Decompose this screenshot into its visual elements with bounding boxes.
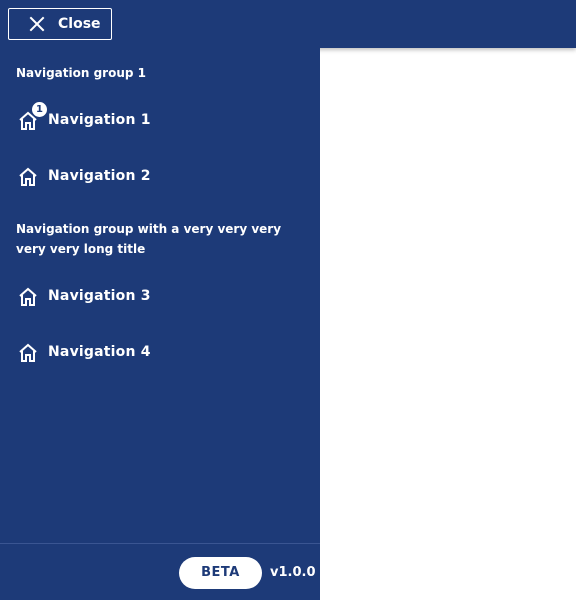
drawer-footer: BETA v1.0.0 [0, 543, 320, 600]
navigation-drawer: Navigation group 1 1 Navigation 1 Naviga… [0, 48, 320, 600]
close-button[interactable]: Close [8, 8, 112, 40]
home-icon [19, 343, 37, 362]
home-icon [19, 167, 37, 186]
nav-item-navigation-2[interactable]: Navigation 2 [0, 156, 320, 196]
nav-group-title: Navigation group with a very very very v… [16, 222, 282, 256]
close-icon [29, 16, 45, 32]
nav-item-label: Navigation 3 [48, 288, 151, 304]
nav-item-navigation-1[interactable]: 1 Navigation 1 [0, 100, 320, 140]
main-content [320, 48, 576, 600]
nav-item-navigation-3[interactable]: Navigation 3 [0, 276, 320, 316]
top-app-bar: Close [0, 0, 576, 48]
home-icon [19, 287, 37, 306]
nav-item-label: Navigation 4 [48, 344, 151, 360]
nav-group-title: Navigation group 1 [16, 66, 146, 80]
beta-badge: BETA [179, 557, 262, 589]
nav-item-navigation-4[interactable]: Navigation 4 [0, 332, 320, 372]
notification-badge: 1 [32, 102, 47, 117]
close-button-label: Close [58, 16, 101, 32]
nav-item-label: Navigation 2 [48, 168, 151, 184]
version-label: v1.0.0 [270, 565, 316, 580]
nav-item-label: Navigation 1 [48, 112, 151, 128]
